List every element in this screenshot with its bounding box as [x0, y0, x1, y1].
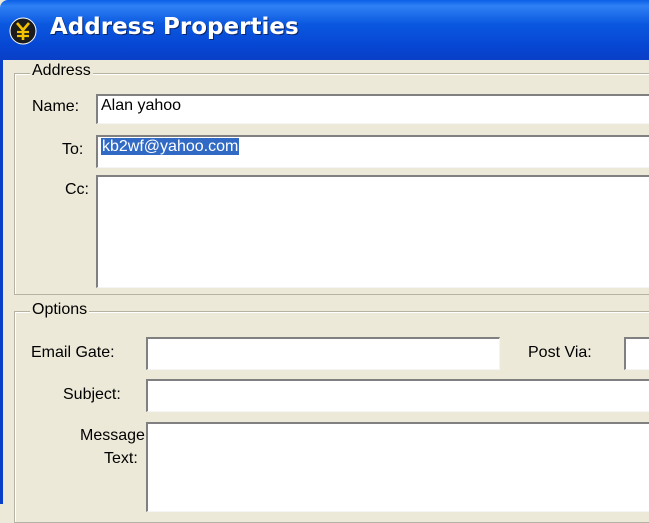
title-bar[interactable]: Address Properties: [0, 0, 649, 60]
subject-field[interactable]: [146, 379, 649, 412]
post-via-label: Post Via:: [528, 344, 592, 361]
email-gate-field[interactable]: [146, 337, 500, 370]
yen-coin-icon[interactable]: [9, 17, 37, 45]
dialog-body: Address Name: Alan yahoo To: kb2wf@yahoo…: [0, 60, 649, 523]
email-gate-label: Email Gate:: [31, 344, 115, 361]
message-text-field[interactable]: [146, 422, 649, 512]
to-field-value: kb2wf@yahoo.com: [101, 138, 240, 155]
cc-field[interactable]: [96, 175, 649, 288]
to-field[interactable]: kb2wf@yahoo.com: [96, 135, 649, 168]
subject-label: Subject:: [63, 386, 121, 403]
window-title: Address Properties: [50, 14, 299, 40]
address-legend: Address: [30, 62, 93, 80]
name-field[interactable]: Alan yahoo: [96, 94, 649, 124]
cc-label: Cc:: [65, 181, 89, 198]
to-label: To:: [62, 141, 84, 158]
name-label: Name:: [32, 98, 80, 115]
message-label-line1: Message: [80, 427, 145, 444]
message-label-line2: Text:: [104, 450, 138, 467]
options-legend: Options: [30, 301, 90, 319]
post-via-field[interactable]: [624, 337, 649, 370]
